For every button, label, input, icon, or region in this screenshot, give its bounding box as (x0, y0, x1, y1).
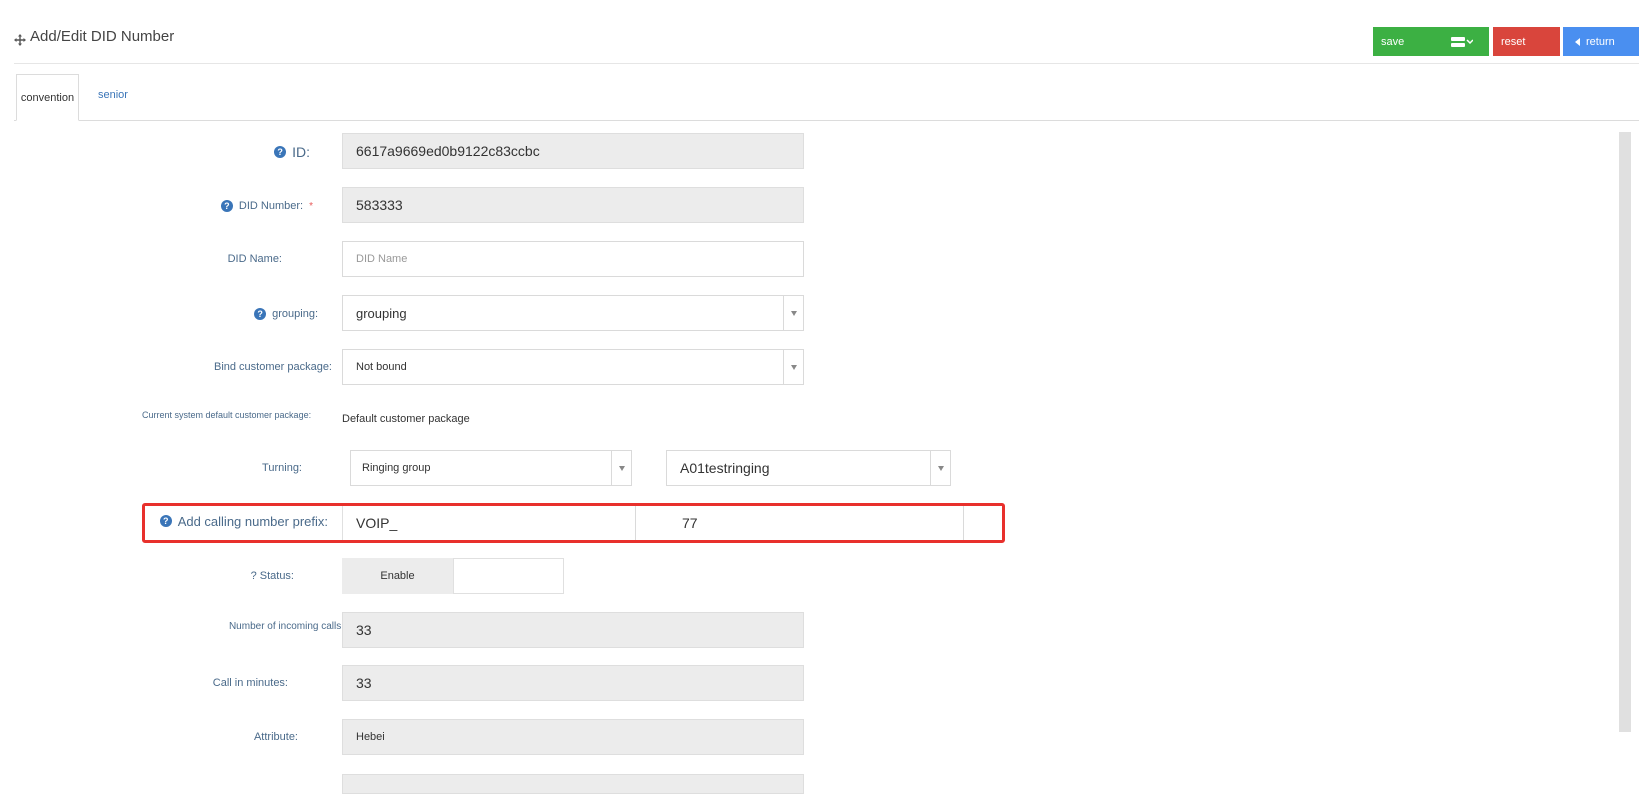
save-button[interactable]: save (1373, 27, 1489, 56)
tab-senior[interactable]: senior (98, 89, 128, 101)
help-icon[interactable]: ? (220, 200, 233, 212)
chevron-down-icon[interactable] (783, 350, 803, 384)
prefix-label: ? Add calling number prefix: (150, 511, 328, 531)
bind-package-select[interactable]: Not bound (342, 349, 804, 385)
next-field-partial (342, 774, 804, 794)
page-title-text: Add/Edit DID Number (30, 28, 175, 45)
tabs-divider (14, 120, 1639, 121)
prefix-input-2[interactable]: 77 (669, 506, 964, 540)
prefix-input-1[interactable]: VOIP_ (342, 506, 636, 540)
chevron-down-icon[interactable] (930, 451, 950, 485)
bind-package-label: Bind customer package: (213, 361, 332, 373)
return-button-label: return (1586, 35, 1615, 48)
move-icon (14, 33, 26, 46)
turning-type-select[interactable]: Ringing group (350, 450, 632, 486)
chevron-down-icon[interactable] (783, 296, 803, 330)
turning-label: Turning: (262, 462, 302, 474)
tab-convention[interactable]: convention (16, 74, 79, 121)
help-icon[interactable]: ? (254, 308, 267, 320)
save-options-dropdown[interactable] (1448, 33, 1476, 50)
status-toggle-off[interactable] (453, 558, 564, 594)
incoming-calls-field: 33 (342, 612, 804, 648)
attribute-label: Attribute: (253, 731, 298, 743)
help-icon[interactable]: ? (274, 146, 287, 158)
turning-target-select[interactable]: A01testringing (666, 450, 951, 486)
grouping-select[interactable]: grouping (342, 295, 804, 331)
required-marker: * (309, 200, 313, 212)
call-minutes-label: Call in minutes: (212, 677, 288, 689)
did-number-field[interactable]: 583333 (342, 187, 804, 223)
help-icon[interactable]: ? (159, 515, 172, 527)
tab-convention-label: convention (20, 91, 75, 104)
id-label: ? ID: (170, 142, 310, 162)
page-title: Add/Edit DID Number (14, 28, 175, 46)
tab-senior-label: senior (98, 89, 128, 101)
did-name-placeholder: DID Name (356, 253, 408, 265)
did-name-label: DID Name: (227, 253, 282, 265)
attribute-field: Hebei (342, 719, 804, 755)
call-minutes-field: 33 (342, 665, 804, 701)
grouping-label: ? grouping: (150, 304, 318, 324)
did-name-input[interactable]: DID Name (342, 241, 804, 277)
id-field: 6617a9669ed0b9122c83ccbc (342, 133, 804, 169)
status-label: ? Status: (250, 570, 294, 582)
chevron-down-icon[interactable] (611, 451, 631, 485)
did-number-label: ? DID Number: * (150, 196, 313, 216)
reset-button[interactable]: reset (1493, 27, 1560, 56)
reset-button-label: reset (1501, 35, 1526, 48)
default-package-label: Current system default customer package: (142, 410, 312, 420)
incoming-calls-label: Number of incoming calls: (228, 621, 344, 632)
header-divider (14, 63, 1639, 64)
back-arrow-icon (1575, 37, 1580, 46)
menu-chevron-icon (1451, 36, 1473, 47)
vertical-scrollbar[interactable] (1619, 132, 1631, 732)
status-toggle-enable[interactable]: Enable (342, 558, 453, 594)
default-package-value: Default customer package (342, 413, 470, 425)
save-button-label: save (1381, 35, 1405, 48)
return-button[interactable]: return (1563, 27, 1639, 56)
